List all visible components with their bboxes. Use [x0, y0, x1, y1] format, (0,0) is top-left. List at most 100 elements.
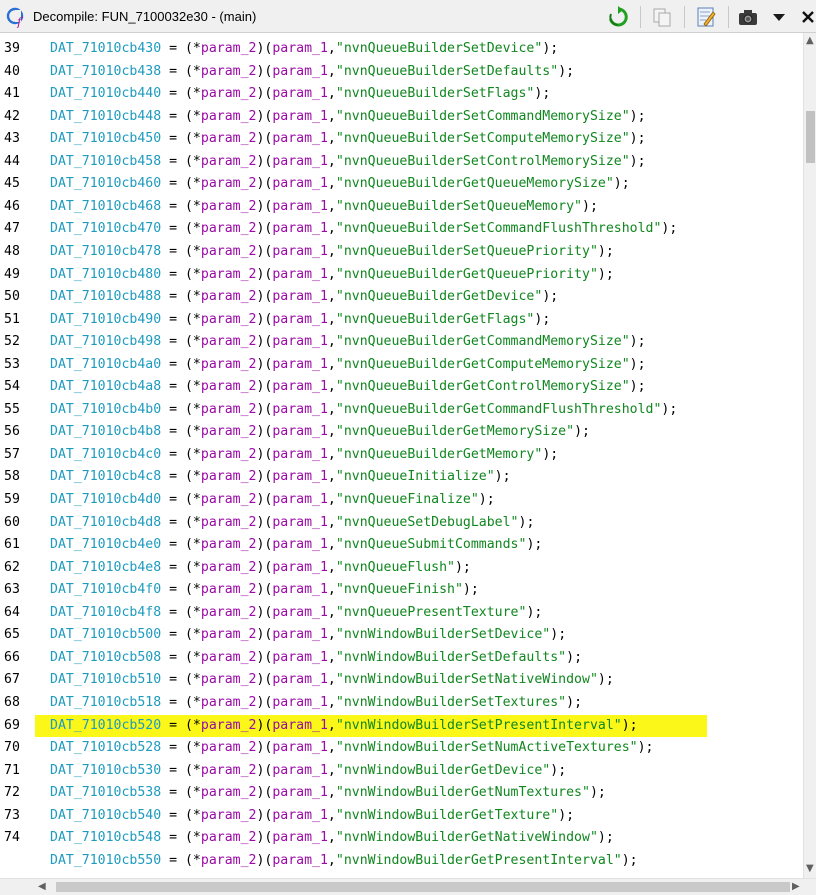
code-line[interactable]: 46 DAT_71010cb468 = (*param_2)(param_1,"n…	[0, 196, 803, 218]
statement-end: );	[582, 198, 598, 214]
menu-dropdown-button[interactable]	[767, 5, 791, 29]
param-1: param_1	[272, 334, 328, 350]
code-line[interactable]: 66 DAT_71010cb508 = (*param_2)(param_1,"n…	[0, 647, 803, 669]
code-statement[interactable]: DAT_71010cb468 = (*param_2)(param_1,"nvn…	[50, 196, 598, 218]
code-statement[interactable]: DAT_71010cb460 = (*param_2)(param_1,"nvn…	[50, 173, 630, 195]
code-line[interactable]: 65 DAT_71010cb500 = (*param_2)(param_1,"n…	[0, 624, 803, 646]
code-statement[interactable]: DAT_71010cb508 = (*param_2)(param_1,"nvn…	[50, 647, 582, 669]
code-statement[interactable]: DAT_71010cb4e0 = (*param_2)(param_1,"nvn…	[50, 534, 542, 556]
code-statement[interactable]: DAT_71010cb4a0 = (*param_2)(param_1,"nvn…	[50, 354, 646, 376]
snapshot-button[interactable]	[736, 5, 760, 29]
code-statement[interactable]: DAT_71010cb440 = (*param_2)(param_1,"nvn…	[50, 83, 550, 105]
code-statement[interactable]: DAT_71010cb480 = (*param_2)(param_1,"nvn…	[50, 264, 614, 286]
code-statement[interactable]: DAT_71010cb438 = (*param_2)(param_1,"nvn…	[50, 61, 574, 83]
code-line[interactable]: 50 DAT_71010cb488 = (*param_2)(param_1,"n…	[0, 286, 803, 308]
scroll-up-icon[interactable]: ▲	[806, 35, 814, 46]
toolbar-separator	[728, 6, 729, 28]
code-statement[interactable]: DAT_71010cb550 = (*param_2)(param_1,"nvn…	[50, 850, 638, 872]
code-line[interactable]: 74 DAT_71010cb548 = (*param_2)(param_1,"n…	[0, 827, 803, 849]
code-line[interactable]: 73 DAT_71010cb540 = (*param_2)(param_1,"n…	[0, 805, 803, 827]
param-2: param_2	[200, 514, 257, 530]
code-line[interactable]: 56 DAT_71010cb4b8 = (*param_2)(param_1,"n…	[0, 421, 803, 443]
code-line[interactable]: 43 DAT_71010cb450 = (*param_2)(param_1,"n…	[0, 128, 803, 150]
code-statement[interactable]: DAT_71010cb478 = (*param_2)(param_1,"nvn…	[50, 241, 614, 263]
code-line[interactable]: 45 DAT_71010cb460 = (*param_2)(param_1,"n…	[0, 173, 803, 195]
code-line[interactable]: 52 DAT_71010cb498 = (*param_2)(param_1,"n…	[0, 331, 803, 353]
code-line[interactable]: 54 DAT_71010cb4a8 = (*param_2)(param_1,"n…	[0, 376, 803, 398]
code-line[interactable]: 72 DAT_71010cb538 = (*param_2)(param_1,"n…	[0, 782, 803, 804]
code-line[interactable]: 70 DAT_71010cb528 = (*param_2)(param_1,"n…	[0, 737, 803, 759]
code-statement[interactable]: DAT_71010cb518 = (*param_2)(param_1,"nvn…	[50, 692, 582, 714]
code-statement[interactable]: DAT_71010cb4f0 = (*param_2)(param_1,"nvn…	[50, 579, 479, 601]
decompiler-code-view[interactable]: 39 DAT_71010cb430 = (*param_2)(param_1,"n…	[0, 33, 803, 878]
code-line[interactable]: 47 DAT_71010cb470 = (*param_2)(param_1,"n…	[0, 218, 803, 240]
code-line[interactable]: 64 DAT_71010cb4f8 = (*param_2)(param_1,"n…	[0, 602, 803, 624]
code-line[interactable]: 48 DAT_71010cb478 = (*param_2)(param_1,"n…	[0, 241, 803, 263]
vertical-scroll-thumb[interactable]	[806, 111, 815, 163]
code-statement[interactable]: DAT_71010cb500 = (*param_2)(param_1,"nvn…	[50, 624, 566, 646]
code-line[interactable]: 44 DAT_71010cb458 = (*param_2)(param_1,"n…	[0, 151, 803, 173]
code-line[interactable]: 60 DAT_71010cb4d8 = (*param_2)(param_1,"n…	[0, 512, 803, 534]
code-statement[interactable]: DAT_71010cb4a8 = (*param_2)(param_1,"nvn…	[50, 376, 646, 398]
code-statement[interactable]: DAT_71010cb4f8 = (*param_2)(param_1,"nvn…	[50, 602, 542, 624]
code-statement[interactable]: DAT_71010cb488 = (*param_2)(param_1,"nvn…	[50, 286, 558, 308]
vertical-scrollbar[interactable]: ▲ ▼	[803, 33, 816, 878]
code-line[interactable]: 51 DAT_71010cb490 = (*param_2)(param_1,"n…	[0, 309, 803, 331]
code-line[interactable]: 69 DAT_71010cb520 = (*param_2)(param_1,"n…	[0, 714, 803, 737]
code-line[interactable]: DAT_71010cb550 = (*param_2)(param_1,"nvn…	[0, 850, 803, 872]
code-statement[interactable]: DAT_71010cb4b0 = (*param_2)(param_1,"nvn…	[50, 399, 677, 421]
copy-button[interactable]	[650, 5, 674, 29]
code-line[interactable]: 53 DAT_71010cb4a0 = (*param_2)(param_1,"n…	[0, 354, 803, 376]
code-line[interactable]: 68 DAT_71010cb518 = (*param_2)(param_1,"n…	[0, 692, 803, 714]
scroll-down-icon[interactable]: ▼	[806, 863, 814, 874]
code-statement[interactable]: DAT_71010cb4c8 = (*param_2)(param_1,"nvn…	[50, 466, 511, 488]
code-statement[interactable]: DAT_71010cb4b8 = (*param_2)(param_1,"nvn…	[50, 421, 590, 443]
code-statement[interactable]: DAT_71010cb458 = (*param_2)(param_1,"nvn…	[50, 151, 646, 173]
scroll-left-icon[interactable]: ◀	[38, 881, 46, 892]
code-line[interactable]: 61 DAT_71010cb4e0 = (*param_2)(param_1,"n…	[0, 534, 803, 556]
window-title: Decompile: FUN_7100032e30 - (main)	[33, 9, 257, 24]
code-line[interactable]: 67 DAT_71010cb510 = (*param_2)(param_1,"n…	[0, 669, 803, 691]
code-statement[interactable]: DAT_71010cb490 = (*param_2)(param_1,"nvn…	[50, 309, 550, 331]
code-line[interactable]: 41 DAT_71010cb440 = (*param_2)(param_1,"n…	[0, 83, 803, 105]
scroll-right-icon[interactable]: ▶	[792, 881, 800, 892]
string-literal: "nvnQueueBuilderGetDevice"	[335, 289, 543, 305]
code-line[interactable]: 57 DAT_71010cb4c0 = (*param_2)(param_1,"n…	[0, 444, 803, 466]
code-statement[interactable]: DAT_71010cb530 = (*param_2)(param_1,"nvn…	[50, 760, 566, 782]
global-variable: DAT_71010cb4b8	[50, 424, 162, 440]
code-statement[interactable]: DAT_71010cb4c0 = (*param_2)(param_1,"nvn…	[50, 444, 558, 466]
code-statement[interactable]: DAT_71010cb4e8 = (*param_2)(param_1,"nvn…	[50, 557, 471, 579]
refresh-button[interactable]	[606, 5, 630, 29]
code-statement[interactable]: DAT_71010cb520 = (*param_2)(param_1,"nvn…	[50, 715, 638, 737]
code-line[interactable]: 71 DAT_71010cb530 = (*param_2)(param_1,"n…	[0, 760, 803, 782]
code-statement[interactable]: DAT_71010cb510 = (*param_2)(param_1,"nvn…	[50, 669, 614, 691]
statement-end: );	[574, 424, 590, 440]
horizontal-scrollbar[interactable]: ◀ ▶	[0, 878, 816, 895]
code-statement[interactable]: DAT_71010cb498 = (*param_2)(param_1,"nvn…	[50, 331, 646, 353]
code-line[interactable]: 39 DAT_71010cb430 = (*param_2)(param_1,"n…	[0, 38, 803, 60]
code-line[interactable]: 42 DAT_71010cb448 = (*param_2)(param_1,"n…	[0, 106, 803, 128]
code-statement[interactable]: DAT_71010cb548 = (*param_2)(param_1,"nvn…	[50, 827, 614, 849]
horizontal-scroll-thumb[interactable]	[56, 882, 790, 892]
code-line[interactable]: 63 DAT_71010cb4f0 = (*param_2)(param_1,"n…	[0, 579, 803, 601]
code-statement[interactable]: DAT_71010cb4d8 = (*param_2)(param_1,"nvn…	[50, 512, 534, 534]
code-statement[interactable]: DAT_71010cb528 = (*param_2)(param_1,"nvn…	[50, 737, 653, 759]
code-line[interactable]: 55 DAT_71010cb4b0 = (*param_2)(param_1,"n…	[0, 399, 803, 421]
code-line[interactable]: 62 DAT_71010cb4e8 = (*param_2)(param_1,"n…	[0, 557, 803, 579]
code-statement[interactable]: DAT_71010cb430 = (*param_2)(param_1,"nvn…	[50, 38, 558, 60]
close-button[interactable]	[796, 5, 816, 29]
code-statement[interactable]: DAT_71010cb450 = (*param_2)(param_1,"nvn…	[50, 128, 646, 150]
global-variable: DAT_71010cb498	[50, 334, 162, 350]
statement-end: );	[661, 221, 678, 237]
code-statement[interactable]: DAT_71010cb540 = (*param_2)(param_1,"nvn…	[50, 805, 574, 827]
code-line[interactable]: 49 DAT_71010cb480 = (*param_2)(param_1,"n…	[0, 264, 803, 286]
code-line[interactable]: 59 DAT_71010cb4d0 = (*param_2)(param_1,"n…	[0, 489, 803, 511]
edit-button[interactable]	[694, 5, 718, 29]
code-statement[interactable]: DAT_71010cb4d0 = (*param_2)(param_1,"nvn…	[50, 489, 495, 511]
line-number: 71	[4, 762, 20, 778]
code-statement[interactable]: DAT_71010cb470 = (*param_2)(param_1,"nvn…	[50, 218, 677, 240]
code-statement[interactable]: DAT_71010cb538 = (*param_2)(param_1,"nvn…	[50, 782, 606, 804]
code-statement[interactable]: DAT_71010cb448 = (*param_2)(param_1,"nvn…	[50, 106, 646, 128]
code-line[interactable]: 40 DAT_71010cb438 = (*param_2)(param_1,"n…	[0, 61, 803, 83]
code-line[interactable]: 58 DAT_71010cb4c8 = (*param_2)(param_1,"n…	[0, 466, 803, 488]
